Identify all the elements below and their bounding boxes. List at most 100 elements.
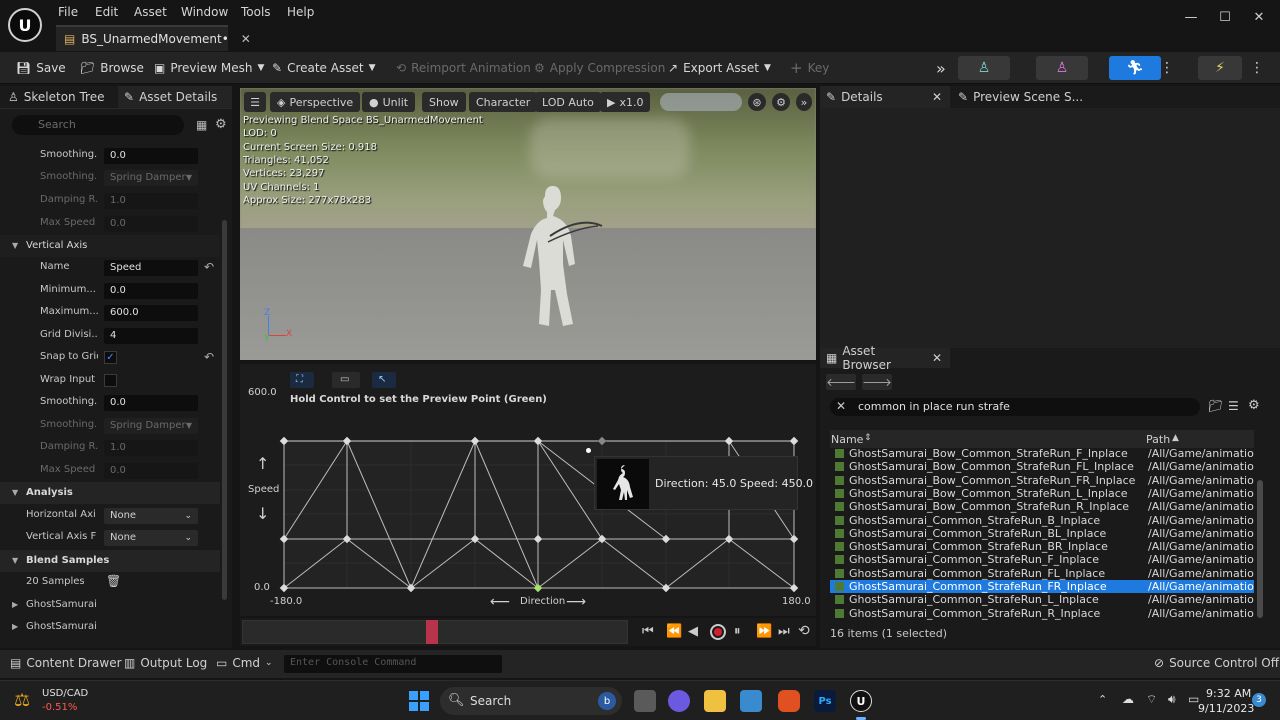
table-row[interactable]: GhostSamurai_Common_StrafeRun_F_Inplace /… <box>830 553 1254 566</box>
blend-sample-item[interactable]: ▶ GhostSamurai_( <box>0 617 220 639</box>
perspective-button[interactable]: ◈ Perspective <box>270 92 361 112</box>
asset-search-input[interactable]: ✕ common in place run strafe <box>830 398 1200 416</box>
kebab-menu-icon-2[interactable]: ⋮ <box>1250 59 1264 77</box>
max-speed-field-2[interactable]: 0.0 <box>104 463 198 479</box>
animation-mode-button[interactable]: 🏃︎ <box>1109 56 1161 80</box>
table-row[interactable]: GhostSamurai_Common_StrafeRun_BR_Inplace… <box>830 540 1254 553</box>
create-asset-button[interactable]: ✎ Create Asset ▼ <box>272 59 375 77</box>
damping-ratio-field[interactable]: 1.0 <box>104 193 198 209</box>
reset-arrow-icon[interactable]: ↶ <box>204 260 214 274</box>
skip-to-end-icon[interactable]: ⏭ <box>778 624 790 639</box>
column-name[interactable]: Name <box>831 433 863 446</box>
viewport-menu-button[interactable]: ☰ <box>244 92 266 112</box>
wifi-icon[interactable]: ⌔ <box>1146 692 1157 707</box>
kebab-menu-icon[interactable]: ⋮ <box>1160 59 1174 77</box>
unreal-logo-icon[interactable]: U <box>8 8 42 42</box>
table-row[interactable]: GhostSamurai_Common_StrafeRun_FL_Inplace… <box>830 567 1254 580</box>
close-tab-icon[interactable]: ✕ <box>241 32 251 46</box>
more-icon[interactable]: » <box>796 93 812 111</box>
blend-sample-item[interactable]: ▶ GhostSamurai_( <box>0 595 220 617</box>
show-button[interactable]: Show <box>422 92 466 112</box>
minimize-icon[interactable]: — <box>1176 8 1206 26</box>
horizontal-axis-function-select[interactable]: None ⌄ <box>104 508 198 524</box>
taskbar-search[interactable]: 🔍︎ Search b <box>440 687 622 715</box>
chat-icon[interactable] <box>668 690 690 712</box>
forward-arrow-icon[interactable]: 🡒 <box>862 374 892 390</box>
camera-speed-slider[interactable] <box>660 93 742 111</box>
table-view-icon[interactable]: ▦ <box>196 118 207 132</box>
reset-arrow-icon[interactable]: ↶ <box>204 350 214 364</box>
brave-browser-icon[interactable] <box>778 690 800 712</box>
playhead[interactable] <box>426 620 438 644</box>
menu-asset[interactable]: Asset <box>134 5 167 19</box>
section-blend-samples[interactable]: ▼ Blend Samples <box>0 550 220 572</box>
snap-to-grid-checkbox[interactable]: ✓ <box>104 351 117 364</box>
console-input[interactable]: Enter Console Command <box>284 655 502 673</box>
smoothing-type-select[interactable]: Spring Damper ▼ <box>104 170 198 186</box>
grid-divisions-field[interactable]: 4 <box>104 328 198 344</box>
character-button[interactable]: Character <box>469 92 538 112</box>
close-window-icon[interactable]: ✕ <box>1244 8 1274 26</box>
menu-tools[interactable]: Tools <box>241 5 271 19</box>
clock-time[interactable]: 9:32 AM <box>1206 687 1251 700</box>
section-analysis[interactable]: ▼ Analysis <box>0 482 220 504</box>
table-row[interactable]: GhostSamurai_Bow_Common_StrafeRun_L_Inpl… <box>830 487 1254 500</box>
windows-start-icon[interactable] <box>408 690 430 712</box>
menu-edit[interactable]: Edit <box>95 5 118 19</box>
skip-to-start-icon[interactable]: ⏮ <box>642 624 654 639</box>
gear-icon[interactable]: ⚙ <box>215 117 227 132</box>
table-row[interactable]: GhostSamurai_Common_StrafeRun_B_Inplace /… <box>830 514 1254 527</box>
tab-skeleton-tree[interactable]: ♙ Skeleton Tree <box>8 86 104 108</box>
file-explorer-icon[interactable] <box>704 690 726 712</box>
apply-compression-button[interactable]: ⚙ Apply Compression <box>534 59 665 77</box>
tab-asset-details[interactable]: ✎ Asset Details <box>118 86 232 108</box>
loop-icon[interactable]: ⟲ <box>798 623 810 639</box>
tab-preview-scene-settings[interactable]: ✎ Preview Scene S... <box>958 86 1083 108</box>
blend-space-graph[interactable]: ⛶ ▭ ↖ Hold Control to set the Preview Po… <box>240 364 816 616</box>
save-button[interactable]: 💾︎ Save <box>16 59 66 77</box>
unreal-engine-icon[interactable]: U <box>850 690 872 712</box>
scrollbar[interactable] <box>1257 480 1263 618</box>
lod-button[interactable]: LOD Auto <box>535 92 601 112</box>
column-path[interactable]: Path <box>1146 433 1170 446</box>
key-button[interactable]: + Key <box>790 59 829 77</box>
browse-button[interactable]: 📁︎ Browse <box>80 59 144 77</box>
camera-icon[interactable]: ⊛ <box>748 93 766 111</box>
task-view-icon[interactable] <box>634 690 656 712</box>
play-reverse-icon[interactable]: ◀ <box>688 624 698 639</box>
smoothing-time-field[interactable]: 0.0 <box>104 148 198 164</box>
smoothing-type-select-2[interactable]: Spring Damper ▼ <box>104 418 198 434</box>
menu-window[interactable]: Window <box>181 5 228 19</box>
axis-name-field[interactable]: Speed <box>104 260 198 276</box>
table-row[interactable]: GhostSamurai_Common_StrafeRun_FR_Inplace… <box>830 580 1254 593</box>
damping-ratio-field-2[interactable]: 1.0 <box>104 440 198 456</box>
ticker-symbol[interactable]: USD/CAD <box>42 688 88 699</box>
gear-icon[interactable]: ⚙ <box>1248 398 1260 413</box>
tab-asset-browser[interactable]: ▦ Asset Browser ✕ <box>820 344 950 372</box>
skeleton-mode-button[interactable]: ♙ <box>958 56 1010 80</box>
table-row[interactable]: GhostSamurai_Bow_Common_StrafeRun_FR_Inp… <box>830 474 1254 487</box>
source-control-button[interactable]: ⊘ Source Control Off <box>1154 656 1279 670</box>
folder-icon[interactable]: 📁︎ <box>1208 399 1223 413</box>
max-speed-field[interactable]: 0.0 <box>104 216 198 232</box>
document-tab[interactable]: ▤ BS_UnarmedMovement• ✕ <box>56 25 251 51</box>
content-drawer-button[interactable]: ▤ Content Drawer <box>10 656 122 670</box>
table-row[interactable]: GhostSamurai_Bow_Common_StrafeRun_F_Inpl… <box>830 447 1254 460</box>
section-vertical-axis[interactable]: ▼ Vertical Axis <box>0 235 220 257</box>
step-back-icon[interactable]: ⏪ <box>666 624 682 639</box>
unlit-button[interactable]: ● Unlit <box>362 92 416 112</box>
wrap-input-checkbox[interactable] <box>104 374 117 387</box>
table-row[interactable]: GhostSamurai_Common_StrafeRun_L_Inplace /… <box>830 593 1254 606</box>
pause-icon[interactable]: ⏸ <box>734 624 741 639</box>
photoshop-icon[interactable]: Ps <box>814 690 836 712</box>
export-asset-button[interactable]: ↗ Export Asset ▼ <box>668 59 771 77</box>
vertical-axis-function-select[interactable]: None ⌄ <box>104 530 198 546</box>
trash-icon[interactable]: 🗑︎ <box>106 574 121 588</box>
table-row[interactable]: GhostSamurai_Bow_Common_StrafeRun_FL_Inp… <box>830 460 1254 473</box>
clock-date[interactable]: 9/11/2023 <box>1198 702 1254 715</box>
scrollbar[interactable] <box>222 220 227 600</box>
search-input[interactable]: Search <box>12 115 184 135</box>
weather-icon[interactable]: ☁ <box>1122 692 1134 706</box>
filter-icon[interactable]: ☰ <box>1228 399 1239 413</box>
smoothing-time-field-2[interactable]: 0.0 <box>104 395 198 411</box>
